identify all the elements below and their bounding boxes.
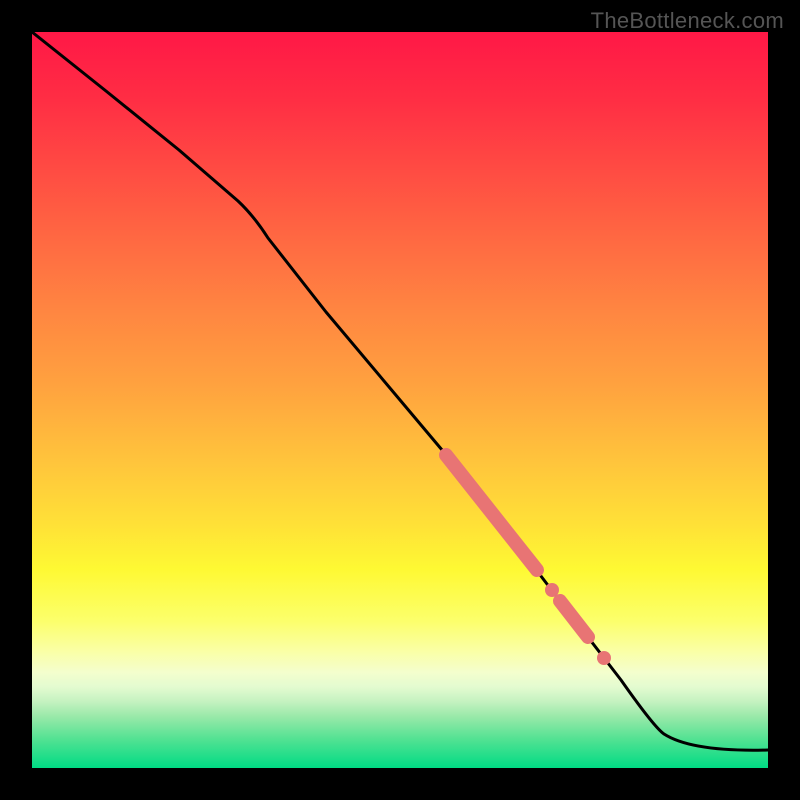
marker-pill-1 bbox=[446, 455, 537, 570]
attribution-label: TheBottleneck.com bbox=[591, 8, 784, 34]
plot-svg bbox=[32, 32, 768, 768]
markers bbox=[446, 455, 611, 665]
bottleneck-curve bbox=[32, 32, 768, 750]
plot-area bbox=[32, 32, 768, 768]
marker-dot-2 bbox=[597, 651, 611, 665]
marker-pill-2 bbox=[560, 601, 588, 637]
chart-stage: TheBottleneck.com bbox=[0, 0, 800, 800]
